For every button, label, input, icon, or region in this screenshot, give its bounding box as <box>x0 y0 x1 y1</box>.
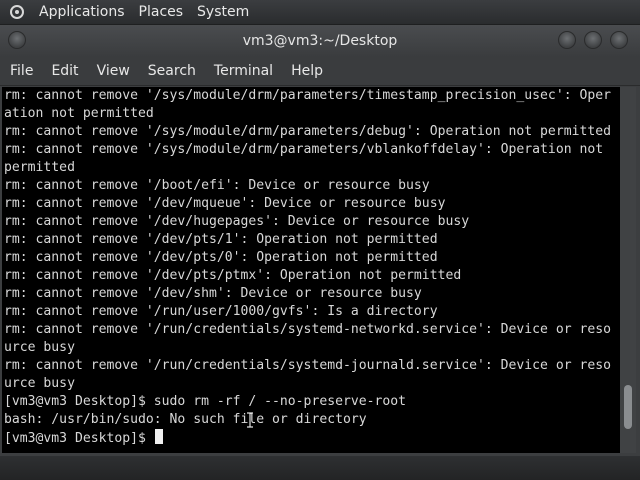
terminal-line: ation not permitted <box>4 106 154 121</box>
minimize-icon[interactable] <box>558 31 576 49</box>
terminal-line: rm: cannot remove '/sys/module/drm/param… <box>4 142 604 157</box>
terminal-line: rm: cannot remove '/dev/pts/0': Operatio… <box>4 250 438 265</box>
menu-file[interactable]: File <box>0 57 42 85</box>
terminal-line: rm: cannot remove '/boot/efi': Device or… <box>4 178 430 193</box>
terminal-line: permitted <box>4 160 75 175</box>
panel-menu-applications[interactable]: Applications <box>32 0 132 24</box>
panel-menu-places[interactable]: Places <box>132 0 191 24</box>
terminal-text: rm: cannot remove '/sys/module/drm/param… <box>4 87 611 447</box>
terminal-prompt-line: [vm3@vm3 Desktop]$ <box>4 429 611 447</box>
distro-logo-icon[interactable] <box>8 3 26 21</box>
menu-view[interactable]: View <box>88 57 139 85</box>
panel-menu-system[interactable]: System <box>190 0 256 24</box>
desktop: Applications Places System vm3@vm3:~/Des… <box>0 0 640 480</box>
menu-terminal[interactable]: Terminal <box>205 57 282 85</box>
terminal-line: [vm3@vm3 Desktop]$ sudo rm -rf / --no-pr… <box>4 394 407 409</box>
top-panel: Applications Places System <box>0 0 640 24</box>
terminal-line: rm: cannot remove '/dev/pts/1': Operatio… <box>4 232 438 247</box>
menu-help[interactable]: Help <box>282 57 332 85</box>
close-icon[interactable] <box>610 31 628 49</box>
terminal-line: rm: cannot remove '/run/credentials/syst… <box>4 358 611 373</box>
bottom-panel <box>0 456 640 480</box>
menu-search[interactable]: Search <box>139 57 205 85</box>
window-menu-icon[interactable] <box>8 31 26 49</box>
terminal-output[interactable]: rm: cannot remove '/sys/module/drm/param… <box>2 87 620 453</box>
terminal-prompt: [vm3@vm3 Desktop]$ <box>4 431 154 446</box>
terminal-line: rm: cannot remove '/sys/module/drm/param… <box>4 88 611 103</box>
window-title: vm3@vm3:~/Desktop <box>242 33 398 49</box>
terminal-line: rm: cannot remove '/run/credentials/syst… <box>4 322 611 337</box>
scrollbar-thumb[interactable] <box>624 385 632 429</box>
terminal-scrollbar[interactable] <box>620 87 636 453</box>
window-titlebar[interactable]: vm3@vm3:~/Desktop <box>0 25 640 57</box>
terminal-line: urce busy <box>4 340 75 355</box>
terminal-line: rm: cannot remove '/dev/mqueue': Device … <box>4 196 446 211</box>
terminal-line: rm: cannot remove '/dev/shm': Device or … <box>4 286 422 301</box>
terminal-window: vm3@vm3:~/Desktop File Edit View Search … <box>0 24 640 457</box>
terminal-cursor <box>154 429 163 444</box>
terminal-line: urce busy <box>4 376 75 391</box>
terminal-line: rm: cannot remove '/dev/hugepages': Devi… <box>4 214 470 229</box>
menubar: File Edit View Search Terminal Help <box>0 57 640 86</box>
terminal-line: rm: cannot remove '/dev/pts/ptmx': Opera… <box>4 268 462 283</box>
terminal-line: bash: /usr/bin/sudo: No such file or dir… <box>4 412 367 427</box>
menu-edit[interactable]: Edit <box>42 57 87 85</box>
maximize-icon[interactable] <box>584 31 602 49</box>
terminal-line: rm: cannot remove '/run/user/1000/gvfs':… <box>4 304 438 319</box>
text-cursor-icon <box>247 412 253 428</box>
terminal-line: rm: cannot remove '/sys/module/drm/param… <box>4 124 611 139</box>
